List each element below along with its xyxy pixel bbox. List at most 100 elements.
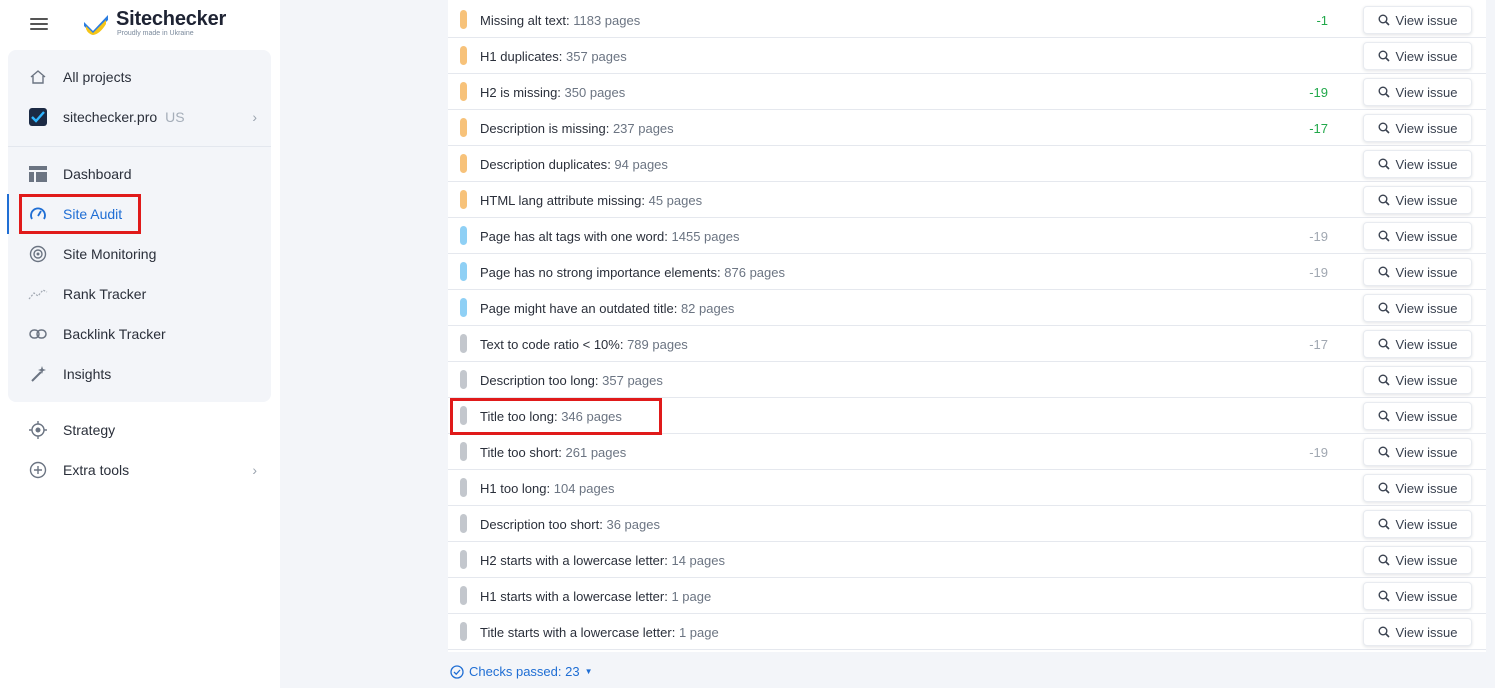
nav-project[interactable]: sitechecker.pro US ›	[8, 98, 271, 136]
view-issue-label: View issue	[1395, 624, 1458, 640]
link-icon	[28, 324, 48, 344]
view-issue-button[interactable]: View issue	[1363, 42, 1472, 70]
logo-icon	[84, 15, 108, 35]
issue-delta: -19	[1309, 265, 1328, 280]
nav-strategy[interactable]: Strategy	[8, 411, 271, 449]
issue-separator: :	[673, 301, 681, 316]
hamburger-menu-icon[interactable]	[30, 18, 48, 31]
issue-row: Missing alt text: 1183 pages -1 View issue	[448, 2, 1486, 38]
issue-count: 357 pages	[566, 49, 627, 64]
view-issue-button[interactable]: View issue	[1363, 258, 1472, 286]
nav-extra-tools-label: Extra tools	[63, 462, 130, 478]
view-issue-button[interactable]: View issue	[1363, 474, 1472, 502]
view-issue-label: View issue	[1395, 336, 1458, 352]
view-issue-button[interactable]: View issue	[1363, 78, 1472, 106]
issue-title: Description is missing	[480, 121, 606, 136]
view-issue-label: View issue	[1395, 12, 1458, 28]
divider	[8, 146, 271, 147]
issue-name: Missing alt text: 1183 pages	[480, 13, 640, 28]
project-favicon-icon	[28, 107, 48, 127]
view-issue-button[interactable]: View issue	[1363, 510, 1472, 538]
search-icon	[1378, 86, 1390, 98]
severity-indicator	[460, 10, 467, 29]
issue-row: Title starts with a lowercase letter: 1 …	[448, 614, 1486, 650]
issue-name: Description too short: 36 pages	[480, 517, 660, 532]
severity-indicator	[460, 82, 467, 101]
chevron-right-icon: ›	[252, 109, 257, 125]
view-issue-label: View issue	[1395, 156, 1458, 172]
issue-name: Description is missing: 237 pages	[480, 121, 674, 136]
brand-name: Sitechecker	[116, 8, 227, 30]
issue-count: 237 pages	[612, 121, 674, 136]
issue-count: 104 pages	[553, 481, 615, 496]
issue-row: Description duplicates: 94 pages View iss…	[448, 146, 1486, 182]
severity-indicator	[460, 622, 467, 641]
project-name: sitechecker.pro US	[63, 109, 185, 125]
view-issue-label: View issue	[1395, 480, 1458, 496]
issue-title: Page might have an outdated title	[480, 301, 674, 316]
issue-separator: :	[605, 121, 613, 136]
issue-title: Title too short	[480, 445, 559, 460]
nav-extra-tools[interactable]: Extra tools ›	[8, 451, 271, 489]
check-circle-icon	[450, 664, 464, 679]
view-issue-label: View issue	[1395, 300, 1458, 316]
issue-row: Page might have an outdated title: 82 pa…	[448, 290, 1486, 326]
view-issue-label: View issue	[1395, 372, 1458, 388]
nav-backlink-tracker[interactable]: Backlink Tracker	[8, 315, 271, 353]
severity-indicator	[460, 298, 467, 317]
issue-name: Page has no strong importance elements: …	[480, 265, 785, 280]
view-issue-button[interactable]: View issue	[1363, 582, 1472, 610]
view-issue-button[interactable]: View issue	[1363, 150, 1472, 178]
view-issue-button[interactable]: View issue	[1363, 366, 1472, 394]
severity-indicator	[460, 190, 467, 209]
nav-backlink-tracker-label: Backlink Tracker	[63, 326, 166, 342]
severity-indicator	[460, 514, 467, 533]
issue-row: H1 too long: 104 pages View issue	[448, 470, 1486, 506]
search-icon	[1378, 410, 1390, 422]
issue-title: H2 is missing	[480, 85, 558, 100]
view-issue-button[interactable]: View issue	[1363, 114, 1472, 142]
view-issue-label: View issue	[1395, 552, 1458, 568]
view-issue-button[interactable]: View issue	[1363, 294, 1472, 322]
view-issue-button[interactable]: View issue	[1363, 222, 1472, 250]
issue-separator: :	[671, 625, 679, 640]
view-issue-label: View issue	[1395, 48, 1458, 64]
issue-name: Page has alt tags with one word: 1455 pa…	[480, 229, 739, 244]
project-domain: sitechecker.pro	[63, 109, 158, 125]
search-icon	[1378, 626, 1390, 638]
issue-separator: :	[558, 49, 567, 64]
checks-passed-toggle[interactable]: Checks passed: 23 ▼	[450, 664, 593, 679]
plus-circle-icon	[28, 460, 48, 480]
nav-site-monitoring[interactable]: Site Monitoring	[8, 235, 271, 273]
view-issue-button[interactable]: View issue	[1363, 546, 1472, 574]
view-issue-button[interactable]: View issue	[1363, 438, 1472, 466]
view-issue-button[interactable]: View issue	[1363, 402, 1472, 430]
search-icon	[1378, 14, 1390, 26]
view-issue-label: View issue	[1395, 408, 1458, 424]
search-icon	[1378, 590, 1390, 602]
search-icon	[1378, 194, 1390, 206]
issue-separator: :	[641, 193, 649, 208]
nav-all-projects[interactable]: All projects	[8, 58, 271, 96]
search-icon	[1378, 338, 1390, 350]
issue-delta: -19	[1309, 229, 1328, 244]
issue-count: 1 page	[671, 589, 712, 604]
caret-down-icon: ▼	[584, 667, 593, 676]
issue-name: HTML lang attribute missing: 45 pages	[480, 193, 702, 208]
issue-title: H2 starts with a lowercase letter	[480, 553, 665, 568]
view-issue-button[interactable]: View issue	[1363, 330, 1472, 358]
nav-dashboard[interactable]: Dashboard	[8, 155, 271, 193]
issue-row: Description is missing: 237 pages -17 View…	[448, 110, 1486, 146]
nav-insights[interactable]: Insights	[8, 355, 271, 393]
issue-name: Description duplicates: 94 pages	[480, 157, 668, 172]
issue-count: 876 pages	[724, 265, 785, 280]
issue-name: Title starts with a lowercase letter: 1 …	[480, 625, 719, 640]
severity-indicator	[460, 586, 467, 605]
nav-rank-tracker[interactable]: Rank Tracker	[8, 275, 271, 313]
view-issue-button[interactable]: View issue	[1363, 618, 1472, 646]
issue-count: 1183 pages	[573, 13, 641, 28]
issues-list: Missing alt text: 1183 pages -1 View issue…	[448, 0, 1486, 652]
severity-indicator	[460, 550, 467, 569]
view-issue-button[interactable]: View issue	[1363, 6, 1472, 34]
view-issue-button[interactable]: View issue	[1363, 186, 1472, 214]
